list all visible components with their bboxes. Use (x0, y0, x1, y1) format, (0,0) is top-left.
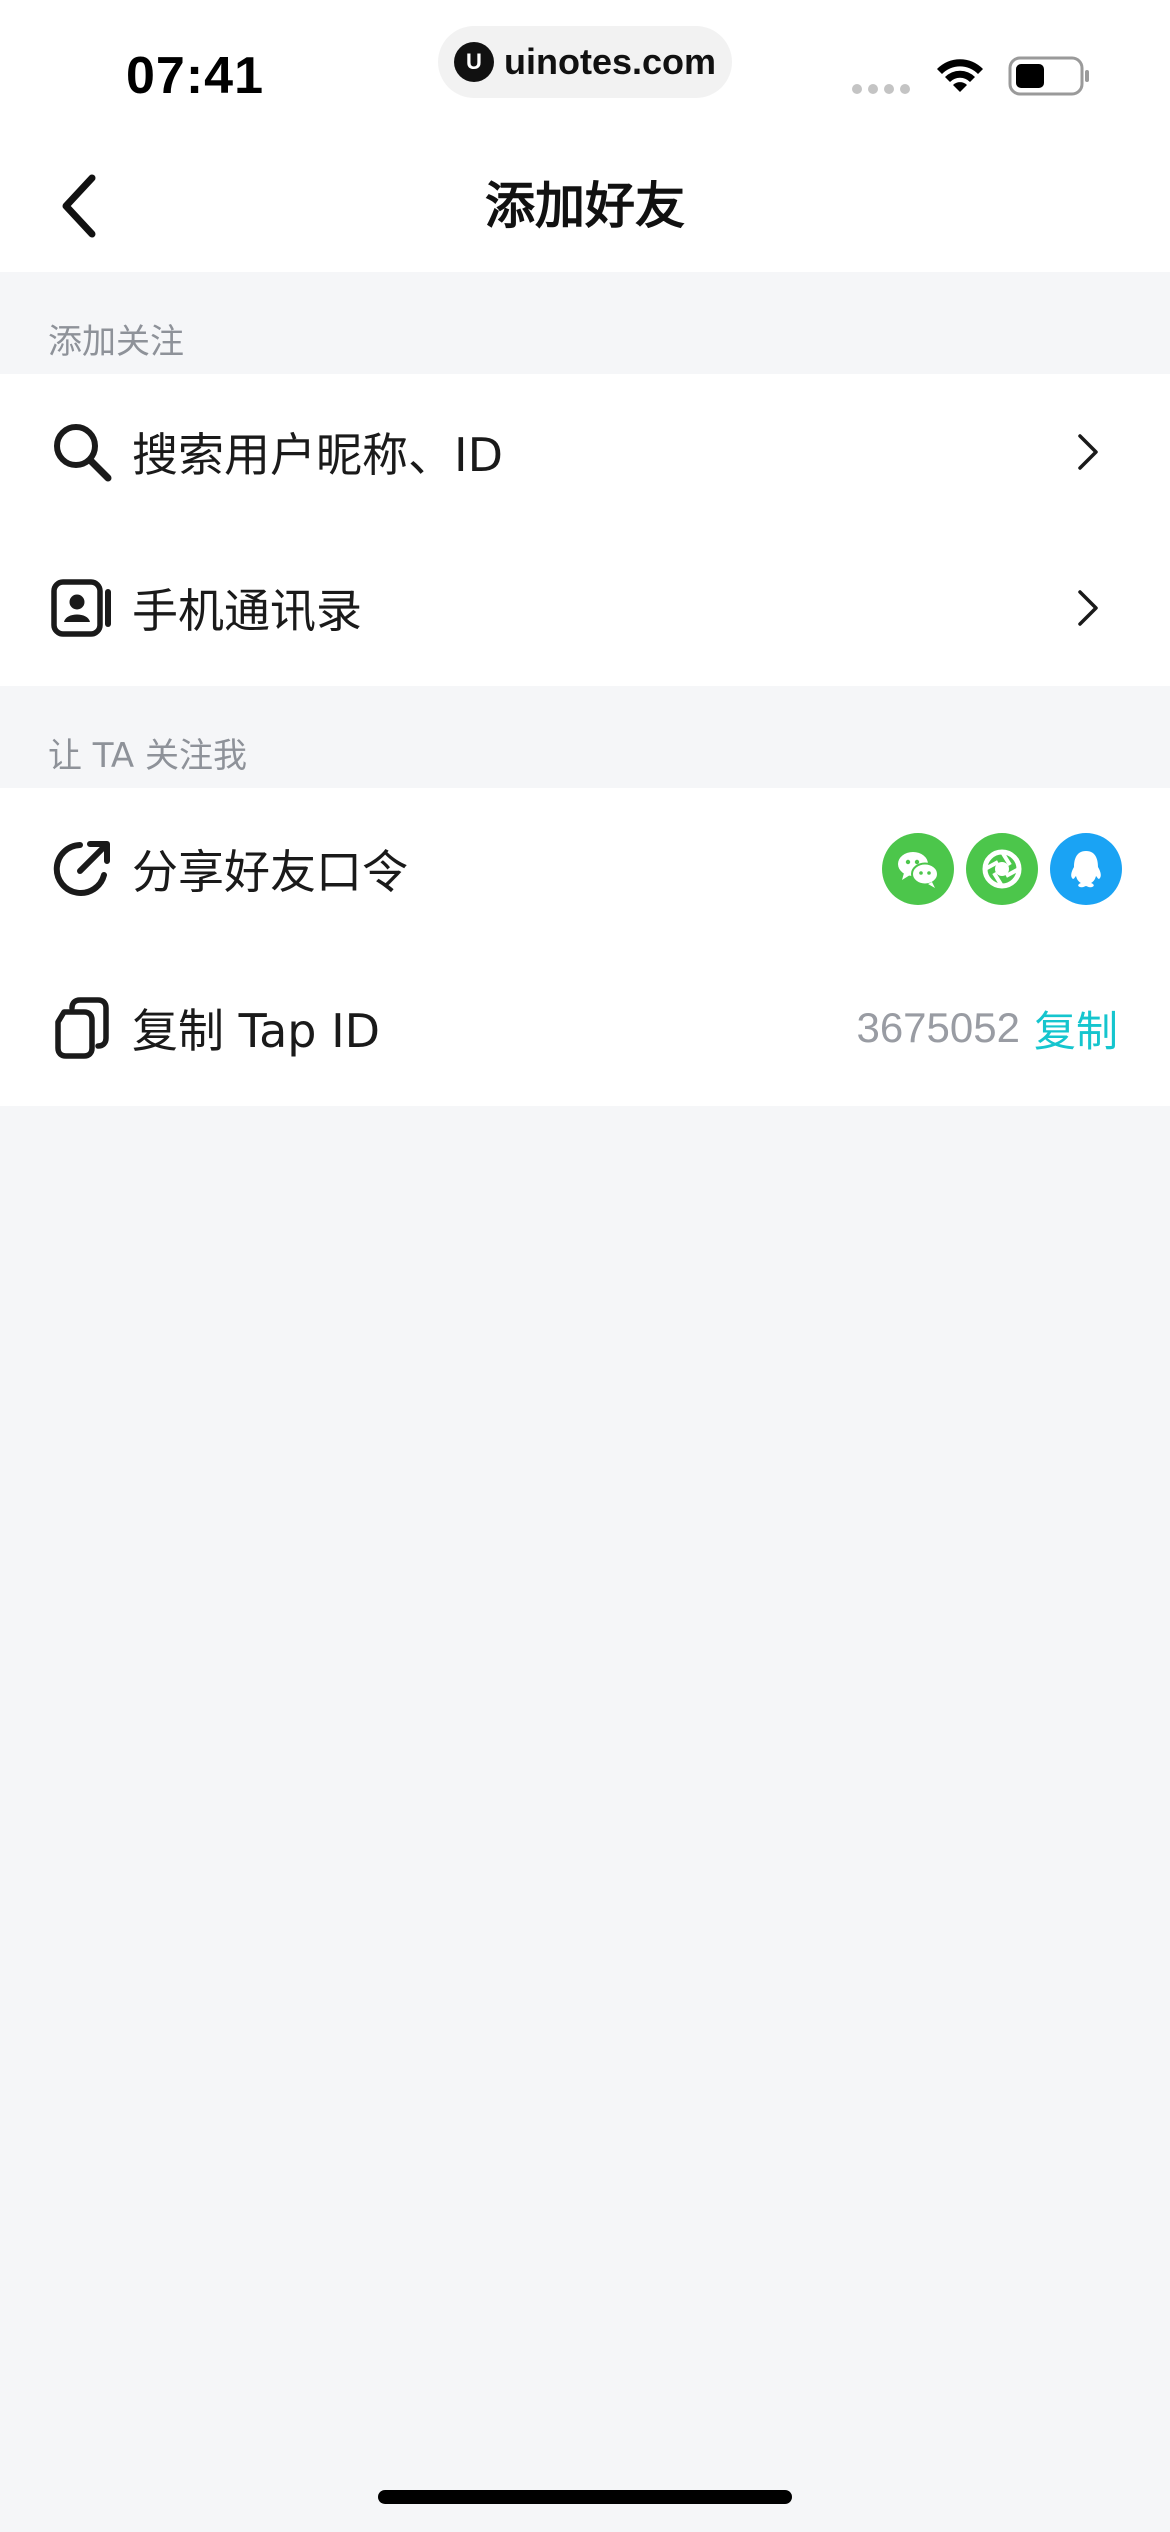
url-pill[interactable]: U uinotes.com (438, 26, 732, 98)
copy-button[interactable]: 复制 (1034, 998, 1118, 1059)
share-code-label: 分享好友口令 (132, 845, 408, 899)
chevron-left-icon (62, 174, 96, 238)
screen: 07:41 U uinotes.com 添加好友 添加关注 搜索用户昵称、ID … (0, 0, 1170, 2532)
status-bar: 07:41 U uinotes.com (0, 0, 1170, 140)
invite-group: 分享好友口令 复制 Tap ID 3675052 复制 (0, 788, 1170, 1106)
copy-tap-id-label: 复制 Tap ID (132, 1004, 381, 1058)
copy-icon (50, 996, 114, 1060)
cellular-signal-icon (852, 84, 910, 94)
tap-id-copy-area: 3675052 复制 (856, 1000, 1118, 1056)
site-logo-icon: U (454, 42, 494, 82)
section-header-follow: 添加关注 (48, 322, 184, 362)
share-icon (50, 837, 114, 901)
home-indicator[interactable] (378, 2490, 792, 2504)
qq-icon[interactable] (1050, 833, 1122, 905)
chevron-right-icon (1066, 430, 1110, 474)
page-title: 添加好友 (485, 177, 685, 235)
moments-icon[interactable] (966, 833, 1038, 905)
battery-icon (1008, 56, 1089, 96)
status-time: 07:41 (126, 47, 264, 105)
phone-contacts-row[interactable]: 手机通讯录 (0, 530, 1170, 686)
copy-tap-id-row: 复制 Tap ID 3675052 复制 (0, 950, 1170, 1106)
back-button[interactable] (40, 166, 120, 246)
wechat-icon[interactable] (882, 833, 954, 905)
section-header-invite: 让 TA 关注我 (48, 736, 248, 776)
search-user-label: 搜索用户昵称、ID (132, 428, 503, 482)
share-code-row[interactable]: 分享好友口令 (0, 788, 1170, 950)
chevron-right-icon (1066, 586, 1110, 630)
contacts-icon (50, 576, 114, 640)
url-text: uinotes.com (504, 41, 717, 82)
search-icon (50, 420, 114, 484)
search-user-row[interactable]: 搜索用户昵称、ID (0, 374, 1170, 530)
tap-id-value: 3675052 (856, 1004, 1020, 1051)
phone-contacts-label: 手机通讯录 (132, 584, 362, 638)
navigation-bar: 添加好友 (0, 140, 1170, 272)
share-targets (882, 833, 1122, 905)
wifi-icon (937, 59, 983, 92)
follow-group: 搜索用户昵称、ID 手机通讯录 (0, 374, 1170, 686)
